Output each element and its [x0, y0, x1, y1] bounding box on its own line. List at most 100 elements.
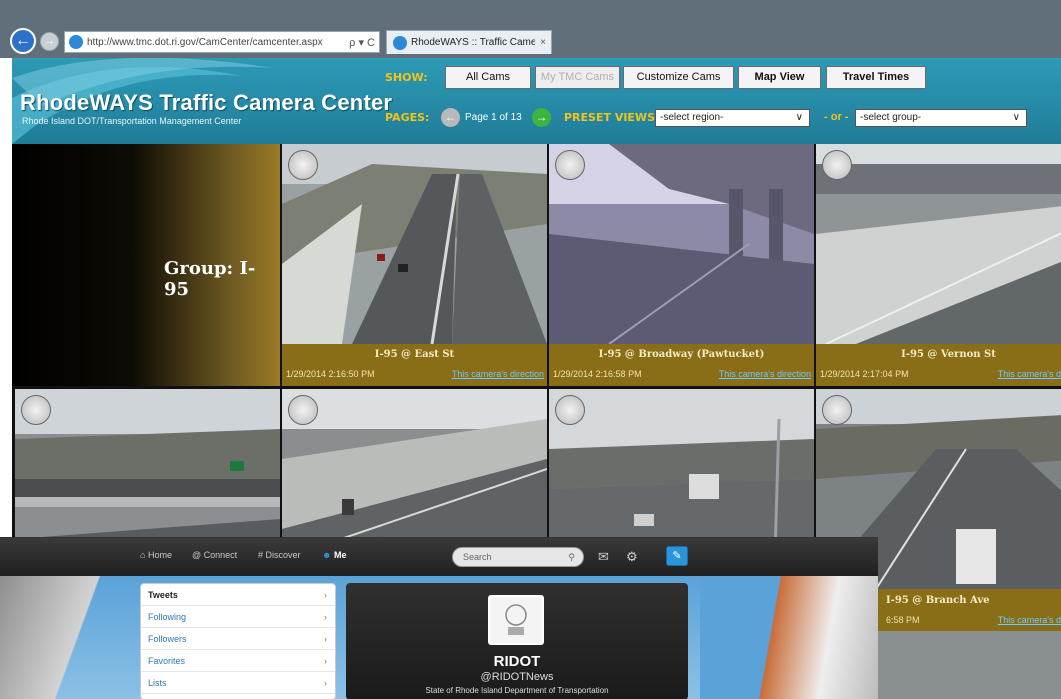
avatar[interactable]: [488, 595, 544, 645]
camera-direction-link[interactable]: This camera's direction: [452, 369, 544, 379]
page-indicator: Page 1 of 13: [465, 112, 522, 123]
prev-page-button[interactable]: ←: [441, 108, 460, 127]
profile-name: RIDOT: [493, 653, 541, 670]
chevron-down-icon: ∨: [1012, 112, 1020, 123]
camera-image[interactable]: [282, 144, 547, 344]
camera-direction-link[interactable]: This camera's direct: [998, 615, 1061, 625]
chevron-down-icon: ∨: [795, 112, 803, 123]
menu-item-followers[interactable]: Followers ›: [141, 628, 335, 650]
menu-item-label: Tweets: [148, 590, 178, 600]
camera-image[interactable]: [549, 144, 814, 344]
tab-title: RhodeWAYS :: Traffic Came...: [411, 37, 536, 48]
ridot-seal-icon: [21, 395, 51, 425]
chevron-right-icon: ›: [324, 656, 327, 666]
back-button[interactable]: ←: [10, 28, 36, 54]
preset-views-label: PRESET VIEWS:: [564, 111, 660, 124]
camera-tile[interactable]: I-95 @ Vernon St 1/29/2014 2:17:04 PM Th…: [816, 144, 1061, 386]
next-page-button[interactable]: →: [532, 108, 551, 127]
or-text: - or -: [824, 111, 849, 123]
menu-item-following[interactable]: Following ›: [141, 606, 335, 628]
search-icon[interactable]: ⚲: [568, 548, 575, 566]
menu-item-label: Favorites: [148, 656, 186, 666]
group-select-value: -select group-: [860, 112, 922, 123]
menu-item-label: Following: [148, 612, 187, 622]
menu-item[interactable]: [40, 2, 43, 22]
discover-icon: #: [258, 550, 264, 560]
ridot-seal-icon: [288, 395, 318, 425]
profile-description: State of Rhode Island Department of Tran…: [425, 686, 609, 695]
customize-cams-button[interactable]: Customize Cams: [623, 66, 734, 89]
ridot-seal-icon: [288, 150, 318, 180]
address-bar[interactable]: http://www.tmc.dot.ri.gov/CamCenter/camc…: [64, 31, 380, 53]
connect-icon: @: [192, 550, 202, 560]
nav-connect[interactable]: @ Connect: [192, 550, 237, 560]
compose-tweet-button[interactable]: ✎: [666, 546, 688, 566]
profile-handle: @RIDOTNews: [480, 671, 554, 683]
menu-item-favorites[interactable]: Favorites ›: [141, 650, 335, 672]
home-icon: ⌂: [140, 550, 146, 560]
region-select-value: -select region-: [660, 112, 724, 123]
address-url[interactable]: http://www.tmc.dot.ri.gov/CamCenter/camc…: [87, 37, 345, 48]
mail-icon[interactable]: ✉: [598, 549, 609, 565]
menu-item-label: Lists: [148, 678, 167, 688]
all-cams-button[interactable]: All Cams: [445, 66, 531, 89]
site-header: RhodeWAYS Traffic Camera Center Rhode Is…: [12, 58, 1061, 144]
nav-home[interactable]: ⌂ Home: [140, 550, 172, 560]
camera-direction-link[interactable]: This camera's direct: [998, 369, 1061, 379]
ridot-logo-icon: [505, 604, 527, 635]
camera-timestamp: 1/29/2014 2:17:04 PM: [820, 369, 909, 379]
twitter-profile-menu: Tweets › Following › Followers › Favorit…: [140, 583, 336, 699]
site-subtitle: Rhode Island DOT/Transportation Manageme…: [22, 116, 242, 126]
ridot-seal-icon: [555, 395, 585, 425]
nav-me[interactable]: ☻ Me: [322, 550, 347, 560]
twitter-profile-card: RIDOT @RIDOTNews State of Rhode Island D…: [346, 583, 688, 699]
menu-item-tweets[interactable]: Tweets ›: [141, 584, 335, 606]
pages-label: PAGES:: [385, 111, 430, 124]
browser-tab[interactable]: RhodeWAYS :: Traffic Came... ×: [386, 30, 552, 54]
chevron-right-icon: ›: [324, 678, 327, 688]
ridot-seal-icon: [822, 150, 852, 180]
camera-tile[interactable]: I-95 @ East St 1/29/2014 2:16:50 PM This…: [282, 144, 547, 386]
browser-menu-bar: [40, 2, 440, 24]
camera-image[interactable]: [816, 144, 1061, 344]
region-select[interactable]: -select region- ∨: [655, 109, 810, 127]
camera-tile[interactable]: I-95 @ Broadway (Pawtucket) 1/29/2014 2:…: [549, 144, 814, 386]
site-title: RhodeWAYS Traffic Camera Center: [20, 90, 393, 115]
show-label: SHOW:: [385, 71, 428, 84]
chevron-right-icon: ›: [324, 590, 327, 600]
twitter-search-input[interactable]: Search ⚲: [452, 547, 584, 567]
group-label: Group: I-95: [164, 258, 256, 300]
menu-item-label: Followers: [148, 634, 187, 644]
address-tools[interactable]: ρ ▾ C: [345, 36, 379, 49]
tab-close-icon[interactable]: ×: [535, 37, 551, 48]
camera-title: I-95 @ East St: [374, 349, 455, 360]
travel-times-button[interactable]: Travel Times: [826, 66, 926, 89]
camera-title: I-95 @ Broadway (Pawtucket): [598, 349, 765, 360]
my-tmc-cams-button[interactable]: My TMC Cams: [535, 66, 620, 89]
group-select[interactable]: -select group- ∨: [855, 109, 1027, 127]
nav-home-label: Home: [147, 550, 172, 560]
map-view-button[interactable]: Map View: [738, 66, 821, 89]
favicon-icon: [69, 35, 83, 49]
background-stripe: [0, 576, 120, 699]
menu-item-lists[interactable]: Lists ›: [141, 672, 335, 694]
nav-discover-label: Discover: [265, 550, 301, 560]
camera-timestamp: 1/29/2014 2:16:50 PM: [286, 369, 375, 379]
ridot-seal-icon: [555, 150, 585, 180]
group-title-tile: Group: I-95: [12, 144, 280, 386]
background-stripe: [700, 576, 878, 699]
nav-discover[interactable]: # Discover: [258, 550, 301, 560]
gear-icon[interactable]: ⚙: [626, 549, 638, 565]
nav-connect-label: Connect: [203, 550, 238, 560]
camera-title: I-95 @ Vernon St: [901, 349, 996, 360]
chevron-right-icon: ›: [324, 634, 327, 644]
search-placeholder: Search: [463, 552, 492, 562]
forward-button[interactable]: →: [40, 32, 59, 51]
chevron-right-icon: ›: [324, 612, 327, 622]
me-icon: ☻: [322, 550, 332, 560]
camera-timestamp: 1/29/2014 2:16:58 PM: [553, 369, 642, 379]
camera-direction-link[interactable]: This camera's direction: [719, 369, 811, 379]
camera-timestamp: 6:58 PM: [886, 615, 920, 625]
nav-me-label: Me: [334, 550, 347, 560]
ridot-seal-icon: [822, 395, 852, 425]
